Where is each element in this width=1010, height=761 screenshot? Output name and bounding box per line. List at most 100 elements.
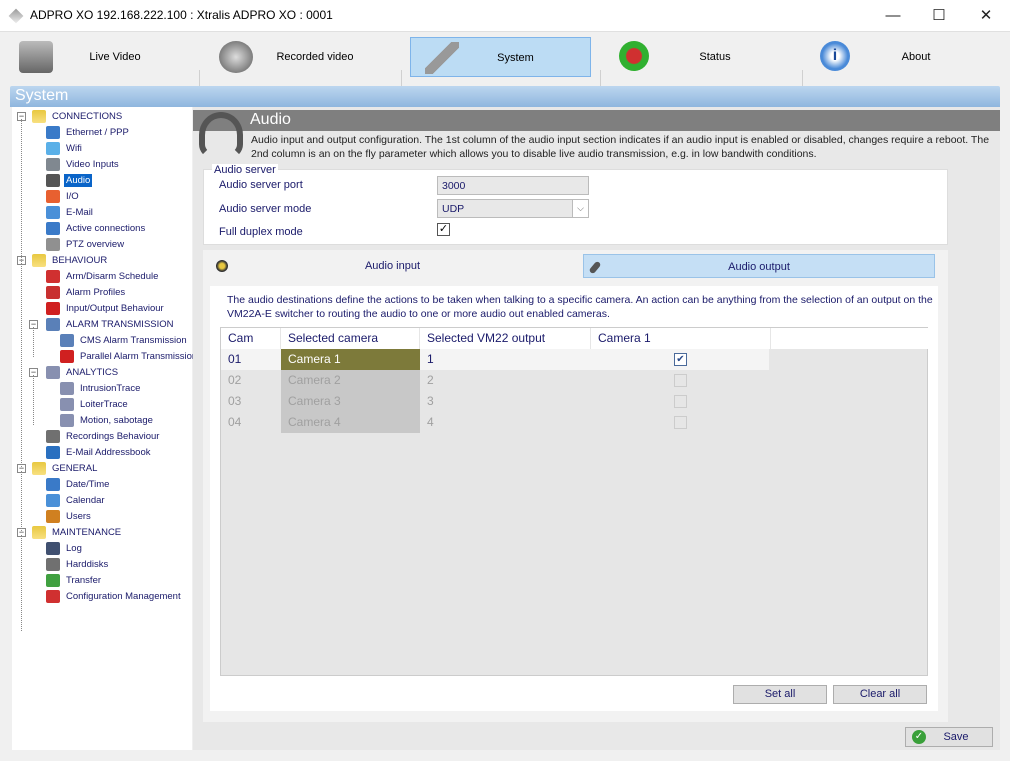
tree-item-input-output-behaviour[interactable]: Input/Output Behaviour [46, 301, 166, 316]
live-video-button[interactable]: Live Video [5, 37, 195, 77]
vm22-output-cell[interactable]: 3 [420, 391, 591, 412]
recorded-video-button[interactable]: Recorded video [205, 37, 395, 77]
tree-item-log[interactable]: Log [46, 541, 84, 556]
section-title: System [15, 87, 69, 104]
tree-item-alarm-profiles[interactable]: Alarm Profiles [46, 285, 127, 300]
camera-1-checkbox[interactable] [674, 416, 687, 429]
camera-1-checkbox[interactable] [674, 374, 687, 387]
camera-1-checkbox[interactable]: ✔ [674, 353, 687, 366]
tree-item-label: GENERAL [52, 463, 98, 474]
main-toolbar: Live Video Recorded video System Status … [0, 32, 1010, 108]
tree-item-label: BEHAVIOUR [52, 255, 108, 266]
selected-camera-cell[interactable]: Camera 3 [281, 391, 420, 412]
tree-item-e-mail-addressbook[interactable]: E-Mail Addressbook [46, 445, 152, 460]
close-button[interactable]: ✕ [976, 6, 996, 26]
network-icon [46, 126, 60, 139]
mode-select[interactable]: UDP ⌵ [437, 199, 589, 218]
tree-item-recordings-behaviour[interactable]: Recordings Behaviour [46, 429, 161, 444]
tree-item-label: ALARM TRANSMISSION [66, 319, 174, 330]
tree-item-ethernet-ppp[interactable]: Ethernet / PPP [46, 125, 131, 140]
tree-item-analytics[interactable]: ANALYTICS [46, 365, 120, 380]
vm22-output-cell[interactable]: 1 [420, 349, 591, 370]
chevron-down-icon[interactable]: ⌵ [572, 200, 588, 217]
table-row[interactable]: 03 Camera 3 3 [221, 391, 769, 412]
selected-camera-cell[interactable]: Camera 2 [281, 370, 420, 391]
tree-item-label: Calendar [66, 495, 105, 506]
tree-item-loitertrace[interactable]: LoiterTrace [60, 397, 130, 412]
cam-cell: 04 [228, 415, 242, 429]
tree-item-parallel-alarm-transmission[interactable]: Parallel Alarm Transmission [60, 349, 199, 364]
tab-audio-input[interactable]: Audio input [210, 254, 575, 278]
port-input[interactable]: 3000 [437, 176, 589, 195]
tree-item-video-inputs[interactable]: Video Inputs [46, 157, 121, 172]
wifi-icon [46, 142, 60, 155]
duplex-label: Full duplex mode [219, 226, 303, 238]
tree-item-intrusiontrace[interactable]: IntrusionTrace [60, 381, 142, 396]
tree-item-i-o[interactable]: I/O [46, 189, 81, 204]
maximize-button[interactable]: ☐ [929, 6, 949, 26]
live-video-label: Live Video [89, 51, 141, 63]
system-button[interactable]: System [410, 37, 591, 77]
tree-item-transfer[interactable]: Transfer [46, 573, 103, 588]
tree-item-connections[interactable]: CONNECTIONS [32, 109, 124, 124]
tree-item-behaviour[interactable]: BEHAVIOUR [32, 253, 109, 268]
clear-all-button[interactable]: Clear all [833, 685, 927, 704]
table-row[interactable]: 02 Camera 2 2 [221, 370, 769, 391]
tree-item-alarm-transmission[interactable]: ALARM TRANSMISSION [46, 317, 176, 332]
tree-item-users[interactable]: Users [46, 509, 93, 524]
folder-icon [32, 254, 46, 267]
network-icon [46, 222, 60, 235]
column-header-camera-1: Camera 1 [591, 328, 771, 349]
tree-item-maintenance[interactable]: MAINTENANCE [32, 525, 123, 540]
tree-item-configuration-management[interactable]: Configuration Management [46, 589, 183, 604]
tab-audio-output[interactable]: Audio output [583, 254, 935, 278]
camera-1-checkbox[interactable] [674, 395, 687, 408]
tree-item-harddisks[interactable]: Harddisks [46, 557, 110, 572]
set-all-button[interactable]: Set all [733, 685, 827, 704]
mode-label: Audio server mode [219, 203, 312, 215]
tab-label: Audio input [364, 260, 421, 272]
tree-item-ptz-overview[interactable]: PTZ overview [46, 237, 126, 252]
vm22-output-cell[interactable]: 4 [420, 412, 591, 433]
selected-camera-cell[interactable]: Camera 4 [281, 412, 420, 433]
alarm-profile-icon [46, 286, 60, 299]
tree-item-motion-sabotage[interactable]: Motion, sabotage [60, 413, 155, 428]
tree-item-label: LoiterTrace [80, 399, 128, 410]
duplex-checkbox[interactable]: ✓ [437, 223, 450, 236]
tree-item-label: MAINTENANCE [52, 527, 122, 538]
schedule-icon [46, 270, 60, 283]
tree-item-label: Audio [64, 174, 93, 187]
users-icon [46, 510, 60, 523]
tree-item-general[interactable]: GENERAL [32, 461, 99, 476]
tree-item-active-connections[interactable]: Active connections [46, 221, 147, 236]
minimize-button[interactable]: — [883, 6, 903, 26]
tree-item-date-time[interactable]: Date/Time [46, 477, 111, 492]
status-button[interactable]: Status [605, 37, 795, 77]
tree-item-wifi[interactable]: Wifi [46, 141, 84, 156]
tree-item-label: E-Mail [66, 207, 93, 218]
tree-item-calendar[interactable]: Calendar [46, 493, 107, 508]
tree-item-label: Date/Time [66, 479, 110, 490]
gears-icon [46, 366, 60, 379]
tree-item-cms-alarm-transmission[interactable]: CMS Alarm Transmission [60, 333, 189, 348]
save-button[interactable]: ✓ Save [905, 727, 993, 747]
film-reel-icon [46, 430, 60, 443]
table-row[interactable]: 01 Camera 1 1 ✔ [221, 349, 769, 370]
tree-item-e-mail[interactable]: E-Mail [46, 205, 95, 220]
table-row[interactable]: 04 Camera 4 4 [221, 412, 769, 433]
selected-camera-cell[interactable]: Camera 1 [281, 349, 420, 370]
tree-item-label: Configuration Management [66, 591, 181, 602]
column-header-cam: Cam [221, 328, 281, 349]
tree-item-audio[interactable]: Audio [46, 173, 93, 188]
tree-item-label: ANALYTICS [66, 367, 119, 378]
column-header-selected-camera: Selected camera [281, 328, 420, 349]
tree-item-label: IntrusionTrace [80, 383, 141, 394]
about-button[interactable]: i About [806, 37, 996, 77]
vm22-output-cell[interactable]: 2 [420, 370, 591, 391]
tree-item-arm-disarm-schedule[interactable]: Arm/Disarm Schedule [46, 269, 160, 284]
tree-item-label: Video Inputs [66, 159, 119, 170]
audio-server-group: Audio server Audio server port 3000 Audi… [203, 164, 948, 245]
email-icon [46, 206, 60, 219]
group-legend: Audio server [212, 164, 278, 176]
warning-icon [60, 350, 74, 363]
